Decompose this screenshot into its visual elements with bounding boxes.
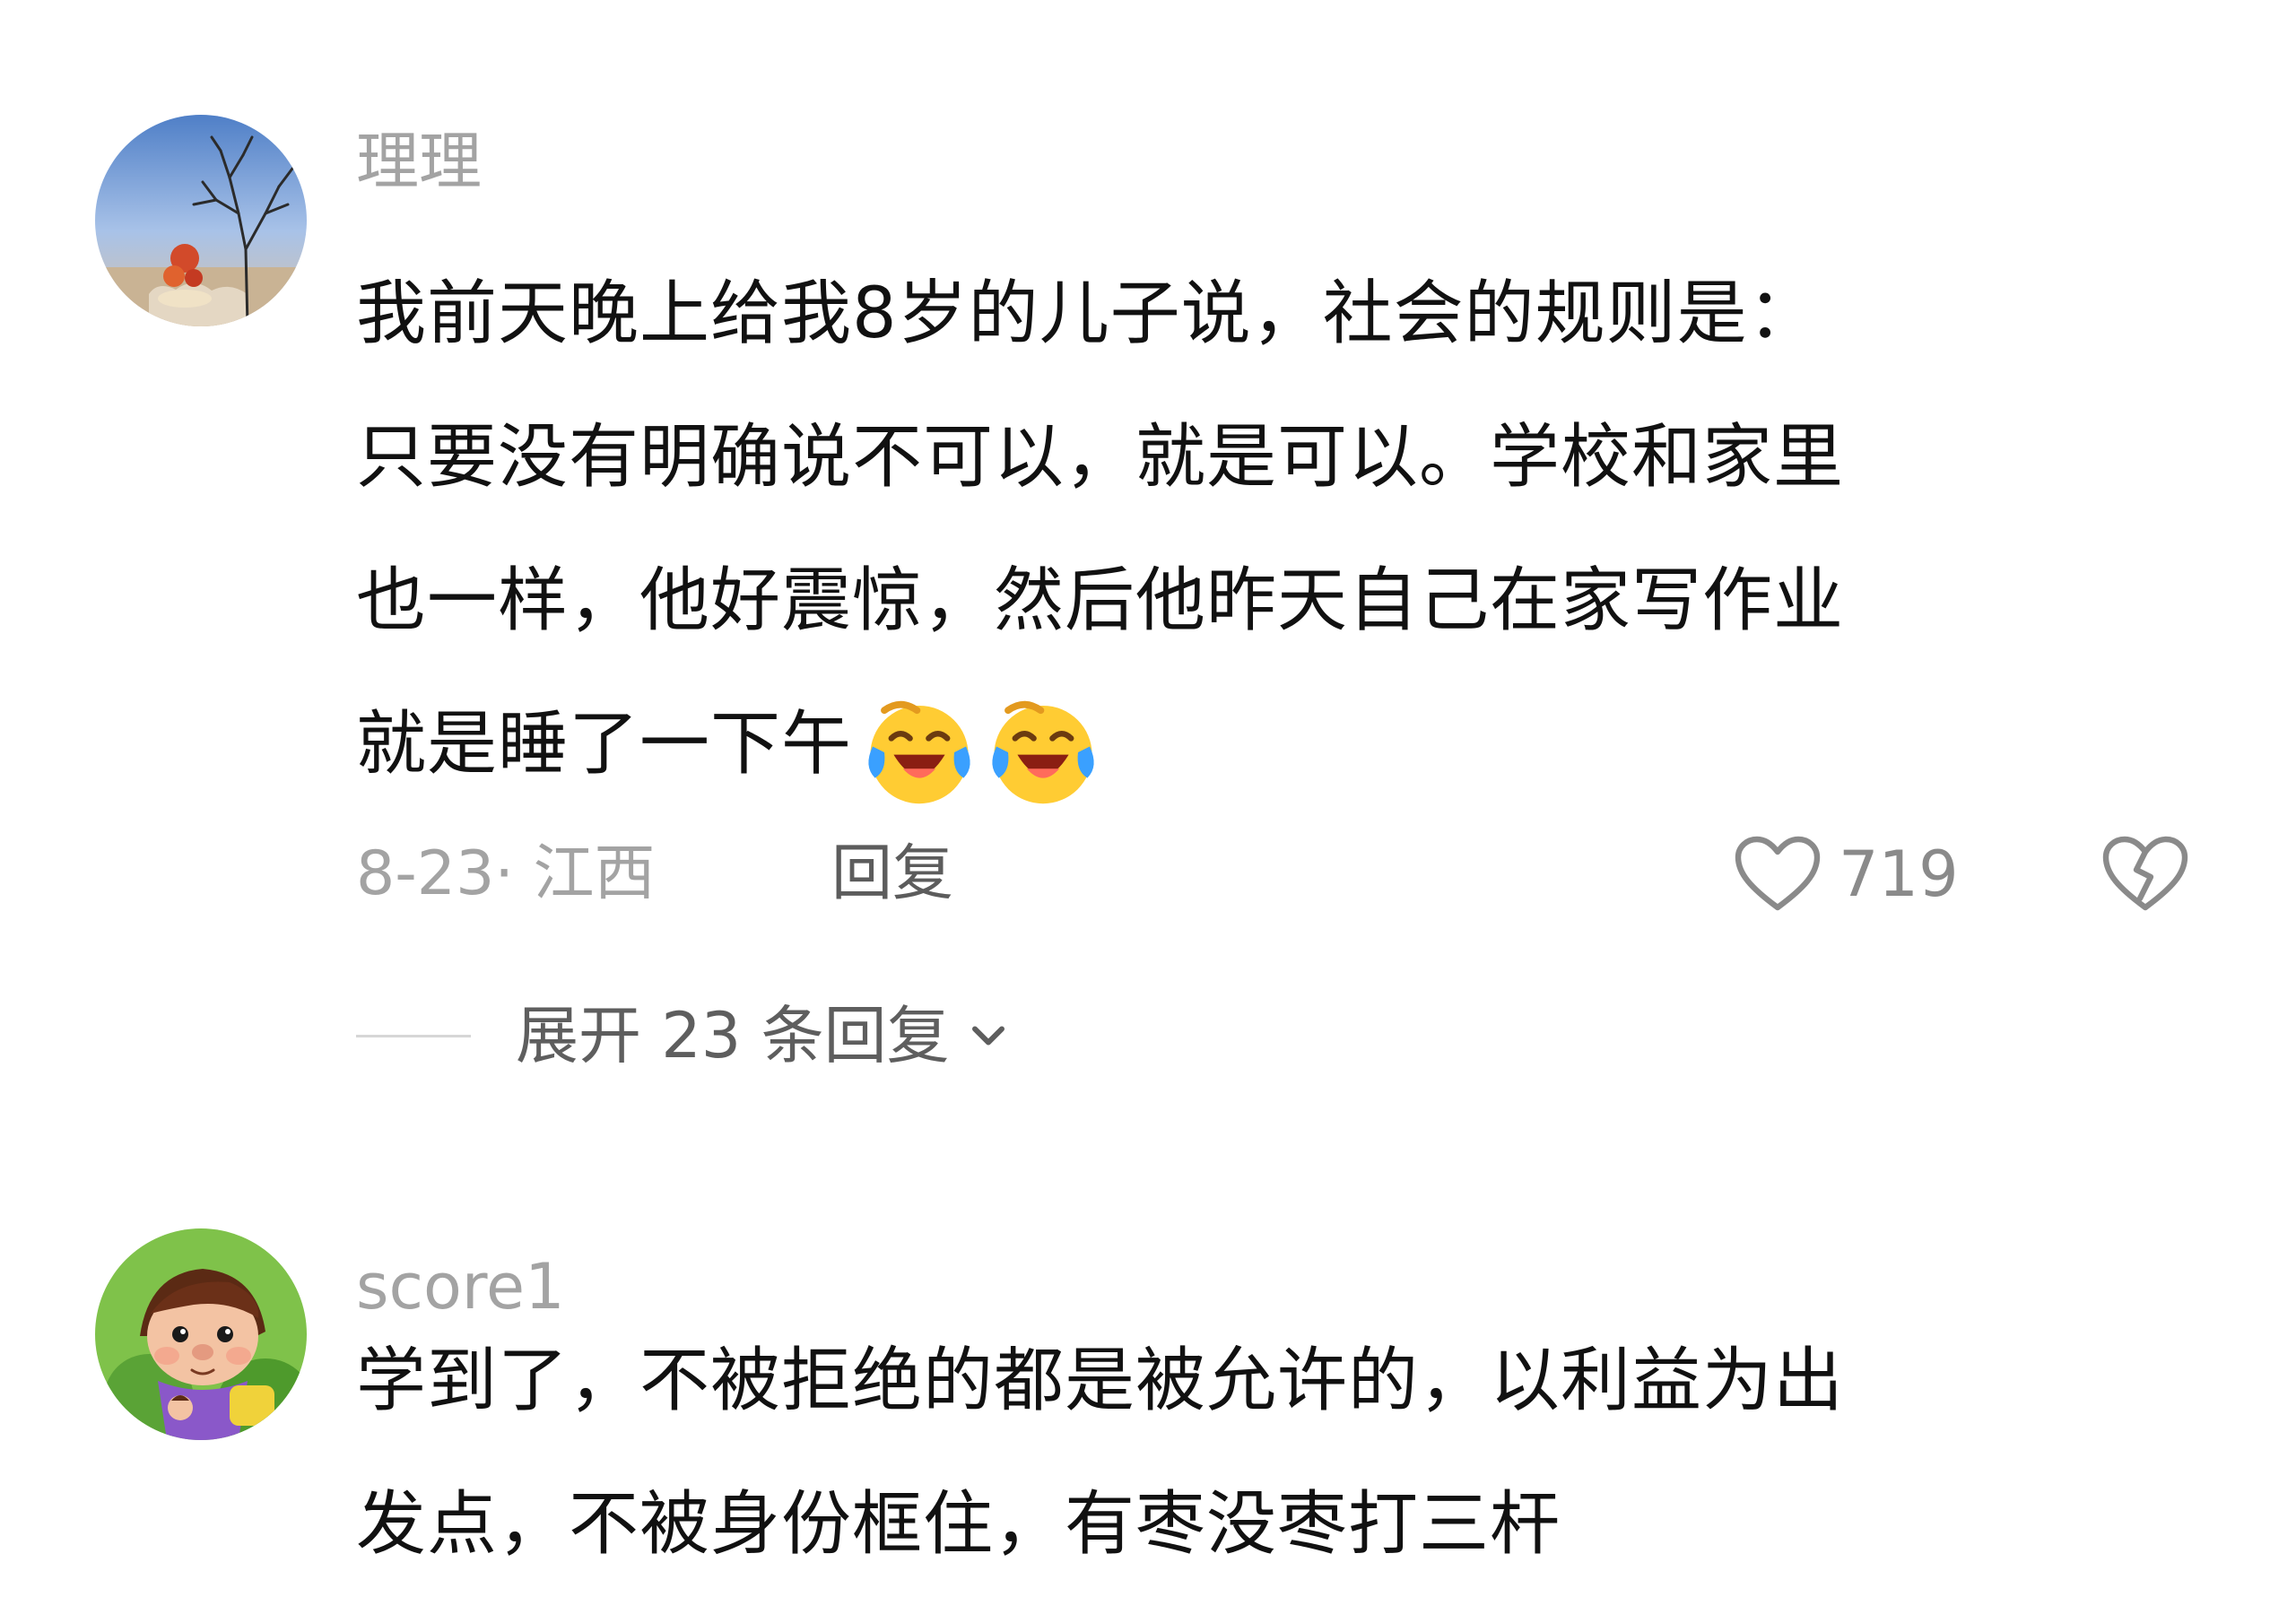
expand-replies-button[interactable]: 展开 23 条回复 [356,995,1011,1076]
tree-landscape-avatar-icon [95,115,307,326]
comment-text: 我前天晚上给我8岁的儿子说，社会的规则是： 只要没有明确说不可以，就是可以。学校… [356,242,2204,820]
chevron-down-icon [971,1026,1004,1046]
like-count: 719 [1839,838,1959,911]
comment-item: 理理 我前天晚上给我8岁的儿子说，社会的规则是： 只要没有明确说不可以，就是可以… [0,0,2296,1166]
reply-button[interactable]: 回复 [831,834,953,915]
like-button[interactable]: 719 [1733,834,1959,915]
user-avatar[interactable] [95,1228,307,1440]
comment-item: score1 学到了，不被拒绝的都是被允许的，以利益为出 发点，不被身份框住，有… [0,1166,2296,1623]
dislike-button[interactable] [2100,834,2190,915]
username[interactable]: 理理 [356,130,482,193]
comment-line: 也一样，他好震惊，然后他昨天自己在家写作业 [356,560,1845,641]
laughing-crying-emoji-icon [992,700,1094,804]
date-location: 8-23· 江西 [356,838,656,909]
comment-text: 学到了，不被拒绝的都是被允许的，以利益为出 发点，不被身份框住，有枣没枣打三杆 [356,1309,2204,1596]
comment-line: 我前天晚上给我8岁的儿子说，社会的规则是： [356,273,1819,354]
heart-icon [1735,836,1821,911]
laughing-crying-emoji-icon [868,700,970,804]
comment-line: 就是睡了一下午 [356,704,853,785]
comment-meta: 8-23· 江西 回复 719 [356,834,2204,915]
cartoon-character-avatar-icon [95,1228,307,1440]
comment-line: 只要没有明确说不可以，就是可以。学校和家里 [356,417,1845,498]
expand-replies-label: 展开 23 条回复 [516,999,950,1072]
comment-line: 学到了，不被拒绝的都是被允许的，以利益为出 [356,1341,1845,1421]
divider-line [356,1034,471,1037]
comment-line: 发点，不被身份框住，有枣没枣打三杆 [356,1484,1561,1565]
comment-line-with-emoji: 就是睡了一下午 [356,673,2204,820]
user-avatar[interactable] [95,115,307,326]
emoji-group [861,677,1109,820]
broken-heart-icon [2102,836,2188,911]
